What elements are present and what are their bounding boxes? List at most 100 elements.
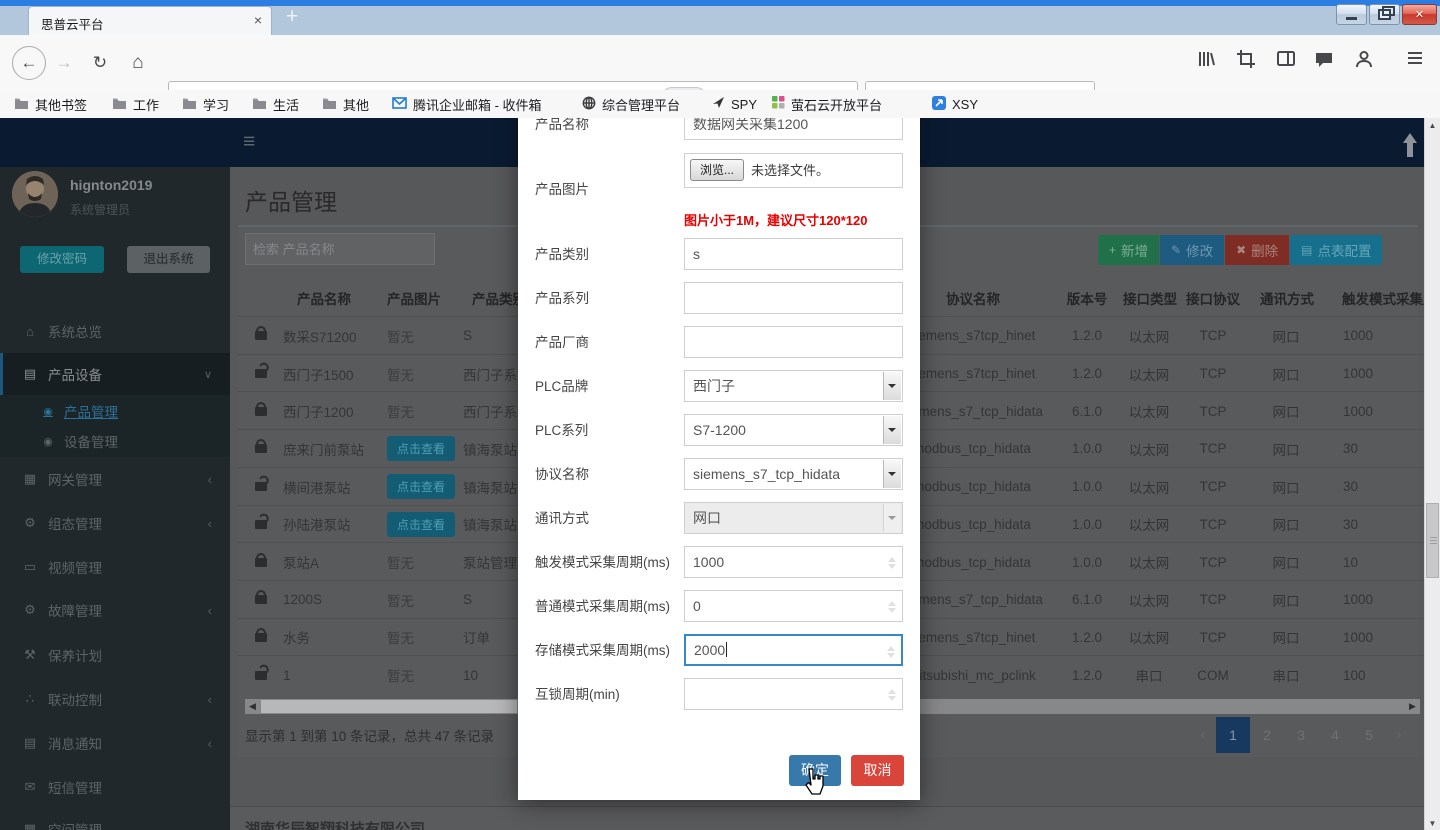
number-spinner-icon[interactable] (886, 683, 898, 707)
lock-icon[interactable] (255, 444, 267, 453)
dropdown-arrow-icon[interactable] (883, 416, 901, 444)
bookmark-item[interactable]: 生活 (252, 90, 299, 118)
cancel-button[interactable]: 取消 (851, 755, 904, 786)
input-3[interactable]: s (684, 238, 903, 270)
scroll-down-icon[interactable]: ▼ (1425, 819, 1440, 828)
sidebar-item-7[interactable]: ▭视频管理 (0, 552, 230, 582)
new-tab-button[interactable]: + (286, 5, 298, 29)
view-image-button[interactable]: 点击查看 (387, 474, 455, 499)
sidebar-item-1[interactable]: ⌂系统总览 (0, 316, 230, 346)
bookmark-item[interactable]: 工作 (112, 90, 159, 118)
dropdown-arrow-icon[interactable] (883, 372, 901, 400)
action-button-r[interactable]: ✖删除 (1225, 235, 1289, 265)
bookmark-item[interactable]: 其他书签 (14, 90, 87, 118)
browse-button[interactable]: 浏览... (690, 159, 744, 181)
chat-bubble-icon[interactable] (1314, 49, 1340, 75)
view-image-button[interactable]: 点击查看 (387, 436, 455, 461)
table-search-input[interactable] (245, 233, 435, 265)
input-10[interactable]: 1000 (684, 546, 903, 578)
home-button[interactable]: ⌂ (126, 35, 150, 90)
tab-close-icon[interactable]: × (254, 12, 262, 28)
pagination-page-2[interactable]: 2 (1250, 717, 1284, 753)
change-password-button[interactable]: 修改密码 (20, 246, 104, 273)
pagination-page-3[interactable]: 3 (1284, 717, 1318, 753)
sidebar-item-13[interactable]: ▦空间管理 (0, 814, 230, 830)
column-header[interactable]: 接口类型 (1123, 283, 1177, 313)
scroll-up-icon[interactable]: ▲ (1425, 121, 1440, 130)
lock-icon[interactable] (255, 558, 267, 567)
select-8[interactable]: siemens_s7_tcp_hidata (684, 458, 903, 490)
bookmark-item[interactable]: 学习 (182, 90, 229, 118)
column-header[interactable]: 版本号 (1067, 283, 1108, 313)
select-9[interactable]: 网口 (684, 502, 903, 534)
sidebar-item-4[interactable]: ◉设备管理 (0, 426, 230, 456)
window-minimize-button[interactable] (1336, 4, 1367, 25)
hscroll-thumb[interactable] (261, 700, 517, 713)
column-header[interactable]: 产品图片 (387, 283, 441, 313)
bookmark-item[interactable]: 腾讯企业邮箱 - 收件箱 (392, 90, 542, 118)
bookmark-item[interactable]: 萤石云开放平台 (772, 90, 882, 118)
scroll-thumb[interactable] (1426, 503, 1439, 578)
account-icon[interactable] (1354, 49, 1380, 75)
back-button[interactable]: ← (12, 46, 46, 80)
view-image-button[interactable]: 点击查看 (387, 512, 455, 537)
input-11[interactable]: 0 (684, 590, 903, 622)
input-1[interactable]: 数据网关采集1200 (684, 118, 903, 140)
bookmark-item[interactable]: SPY (712, 90, 757, 118)
select-6[interactable]: 西门子 (684, 370, 903, 402)
sidebar-item-6[interactable]: ⚙组态管理‹ (0, 508, 230, 538)
column-header[interactable]: 接口协议 (1186, 283, 1240, 313)
sidebar-item-3[interactable]: ◉产品管理 (0, 396, 230, 426)
browser-tab-active[interactable]: 思普云平台 × (28, 6, 272, 36)
number-spinner-icon[interactable] (886, 595, 898, 619)
dropdown-arrow-icon[interactable] (883, 460, 901, 488)
select-7[interactable]: S7-1200 (684, 414, 903, 446)
sidebar-item-10[interactable]: ∴联动控制‹ (0, 684, 230, 714)
column-header[interactable]: 产品名称 (297, 283, 351, 313)
reload-button[interactable]: ↻ (88, 35, 112, 90)
lock-icon[interactable] (255, 633, 267, 642)
pagination-next[interactable]: › (1386, 717, 1412, 753)
unlock-icon[interactable] (255, 671, 267, 680)
sidebar-item-11[interactable]: ▤消息通知‹ (0, 728, 230, 758)
number-spinner-icon[interactable] (886, 551, 898, 575)
unlock-icon[interactable] (255, 520, 267, 529)
input-12[interactable]: 2000 (684, 634, 903, 666)
crop-tool-icon[interactable] (1236, 49, 1262, 75)
action-button-t[interactable]: ▤点表配置 (1290, 235, 1382, 265)
lock-icon[interactable] (255, 595, 267, 604)
browser-scrollbar[interactable]: ▲ ▼ (1424, 118, 1440, 830)
hscroll-left-arrow-icon[interactable]: ◀ (245, 699, 260, 714)
sidebar-item-12[interactable]: ✉短信管理 (0, 772, 230, 802)
hscroll-right-arrow-icon[interactable]: ▶ (1405, 699, 1420, 714)
input-4[interactable] (684, 282, 903, 314)
pagination-page-4[interactable]: 4 (1318, 717, 1352, 753)
column-header[interactable]: 触发模式采集周期(ms) (1342, 283, 1424, 313)
bookmark-item[interactable]: 其他 (322, 90, 369, 118)
sidebar-item-9[interactable]: ⚒保养计划 (0, 640, 230, 670)
pagination-page-1[interactable]: 1 (1216, 717, 1250, 753)
pagination-page-5[interactable]: 5 (1352, 717, 1386, 753)
sidebar-toggle-icon[interactable]: ≡ (243, 130, 255, 154)
input-5[interactable] (684, 326, 903, 358)
column-header[interactable]: 协议名称 (946, 283, 1000, 313)
bookmark-item[interactable]: XSY (932, 90, 978, 118)
window-close-button[interactable]: ✕ (1402, 4, 1437, 25)
library-icon[interactable] (1196, 49, 1222, 75)
dropdown-arrow-icon[interactable] (883, 504, 901, 532)
file-input[interactable]: 浏览...未选择文件。 (684, 153, 903, 188)
bookmark-item[interactable]: 综合管理平台 (582, 90, 680, 118)
number-spinner-icon[interactable] (885, 640, 897, 664)
column-header[interactable]: 通讯方式 (1260, 283, 1314, 313)
pagination-prev[interactable]: ‹ (1190, 717, 1216, 753)
lock-icon[interactable] (255, 331, 267, 340)
window-restore-button[interactable] (1369, 4, 1400, 25)
lock-icon[interactable] (255, 407, 267, 416)
unlock-icon[interactable] (255, 482, 267, 491)
forward-button[interactable]: → (52, 35, 76, 90)
sidebar-item-8[interactable]: ⚙故障管理‹ (0, 595, 230, 625)
menu-hamburger-icon[interactable] (1406, 49, 1432, 75)
sidebars-icon[interactable] (1276, 49, 1302, 75)
input-13[interactable] (684, 678, 903, 710)
sidebar-item-2[interactable]: ▤产品设备∨ (0, 359, 230, 389)
